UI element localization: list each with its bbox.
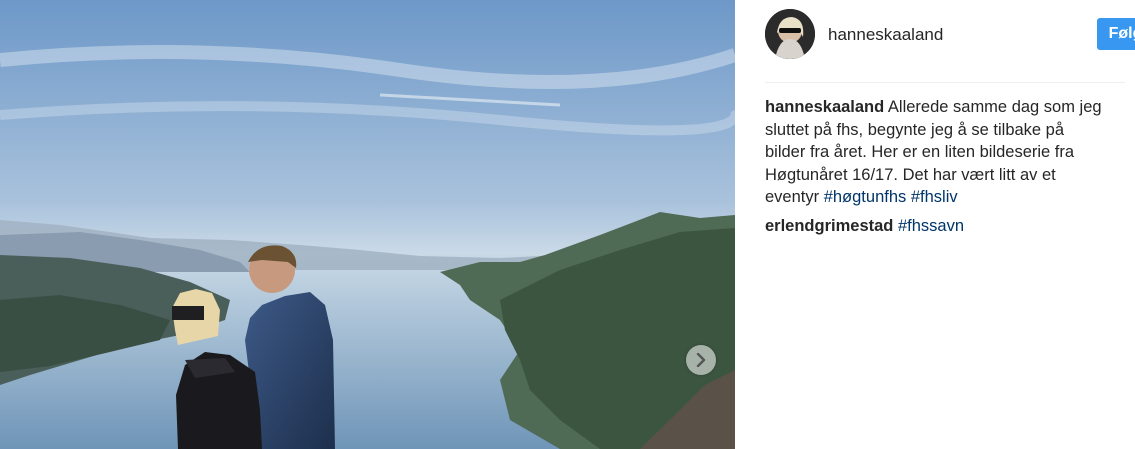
- hashtag-link[interactable]: #høgtunfhs: [824, 188, 907, 206]
- post-photo[interactable]: [0, 0, 735, 449]
- hashtag-link[interactable]: #fhsliv: [911, 188, 958, 206]
- instagram-post: hanneskaaland Følg hanneskaaland Allered…: [0, 0, 1135, 449]
- avatar-photo: [765, 9, 815, 59]
- comment-item: erlendgrimestad #fhssavn: [765, 215, 1107, 238]
- carousel-next-button[interactable]: [686, 345, 716, 375]
- author-username-link[interactable]: hanneskaaland: [828, 25, 943, 45]
- chevron-right-icon: [696, 353, 706, 367]
- header-divider: [765, 82, 1125, 83]
- post-header: hanneskaaland Følg: [765, 8, 1135, 64]
- comment-username-link[interactable]: erlendgrimestad: [765, 217, 893, 235]
- comments-list: hanneskaaland Allerede samme dag som jeg…: [765, 96, 1107, 243]
- comment-item: hanneskaaland Allerede samme dag som jeg…: [765, 96, 1107, 209]
- fjord-landscape-image: [0, 0, 735, 449]
- post-sidebar: hanneskaaland Følg hanneskaaland Allered…: [735, 0, 1135, 449]
- comment-username-link[interactable]: hanneskaaland: [765, 98, 884, 116]
- author-avatar[interactable]: [765, 9, 815, 59]
- follow-button[interactable]: Følg: [1097, 18, 1135, 50]
- hashtag-link[interactable]: #fhssavn: [898, 217, 964, 235]
